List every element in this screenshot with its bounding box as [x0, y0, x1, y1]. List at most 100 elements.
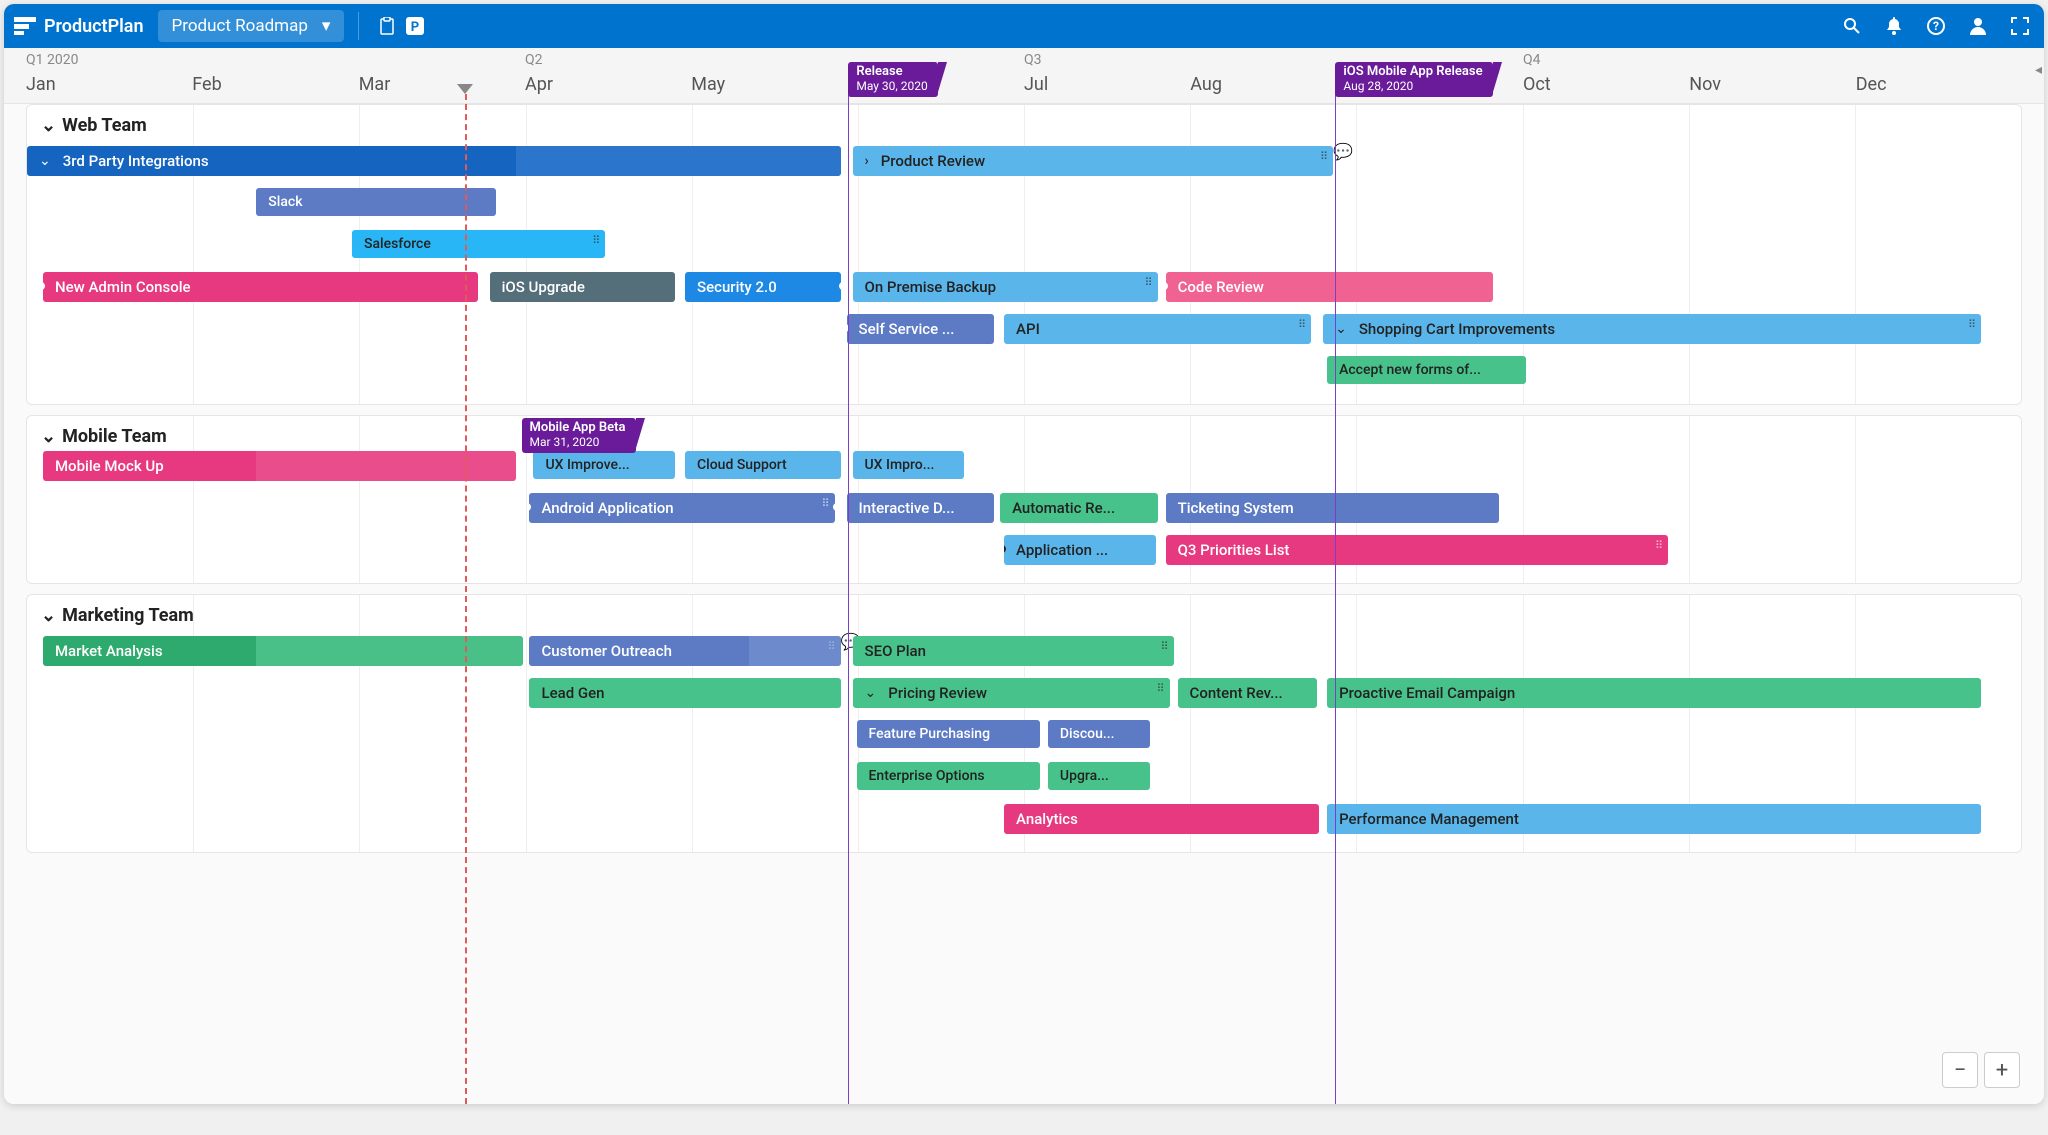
roadmap-bar[interactable]: UX Impro...: [853, 451, 965, 479]
bar-label: Slack: [268, 194, 302, 210]
lanes-area: ⌄Web Team⌄3rd Party Integrations ›Product…: [26, 104, 2022, 1094]
link-connector-icon[interactable]: [43, 282, 45, 290]
roadmap-bar[interactable]: API⠿: [1004, 314, 1311, 344]
milestone-tag[interactable]: ReleaseMay 30, 2020: [848, 62, 937, 97]
drag-grip-icon[interactable]: ⠿: [1298, 318, 1305, 331]
roadmap-bar[interactable]: ⌄Pricing Review⠿: [853, 678, 1170, 708]
roadmap-bar[interactable]: Discou...: [1048, 720, 1150, 748]
drag-grip-icon[interactable]: ⠿: [1320, 150, 1327, 163]
milestone-tag[interactable]: iOS Mobile App ReleaseAug 28, 2020: [1335, 62, 1492, 97]
fullscreen-icon[interactable]: [2006, 12, 2034, 40]
app-logo[interactable]: ProductPlan: [14, 16, 158, 37]
timeline-row: Analytics Performance Management: [27, 804, 2021, 840]
quarter-label: Q4: [1523, 52, 1541, 68]
roadmap-bar[interactable]: Cloud Support: [685, 451, 841, 479]
bar-label: Performance Management: [1339, 810, 1519, 828]
roadmap-bar[interactable]: New Admin Console: [43, 272, 478, 302]
roadmap-bar[interactable]: SEO Plan ⠿: [853, 636, 1174, 666]
link-connector-icon[interactable]: [833, 503, 835, 511]
drag-grip-icon[interactable]: ⠿: [1156, 682, 1163, 695]
month-label: Apr: [525, 74, 553, 95]
chevron-icon: ›: [865, 153, 869, 169]
roadmap-bar[interactable]: Performance Management: [1327, 804, 1981, 834]
link-connector-icon[interactable]: [1004, 545, 1006, 553]
lane-header[interactable]: ⌄Mobile Team: [27, 416, 2021, 451]
zoom-out-button[interactable]: −: [1942, 1052, 1978, 1088]
roadmap-bar[interactable]: Q3 Priorities List⠿: [1166, 535, 1668, 565]
chevron-down-icon: ⌄: [41, 426, 56, 447]
roadmap-bar[interactable]: ›Product Review⠿💬: [853, 146, 1334, 176]
roadmap-bar[interactable]: Content Rev...: [1178, 678, 1318, 708]
drag-grip-icon[interactable]: ⠿: [1160, 640, 1167, 653]
link-connector-icon[interactable]: [847, 324, 849, 332]
bar-label: Automatic Re...: [1012, 499, 1115, 517]
lane-header[interactable]: ⌄Marketing Team: [27, 595, 2021, 636]
zoom-in-button[interactable]: +: [1984, 1052, 2020, 1088]
roadmap-bar[interactable]: Code Review: [1166, 272, 1493, 302]
bar-label: SEO Plan: [865, 642, 926, 660]
roadmap-bar[interactable]: Security 2.0: [685, 272, 841, 302]
roadmap-bar[interactable]: Automatic Re...: [1000, 493, 1158, 523]
milestone-title: iOS Mobile App Release: [1343, 65, 1482, 80]
bar-label: Content Rev...: [1190, 684, 1283, 702]
clipboard-icon[interactable]: [373, 12, 401, 40]
roadmap-bar[interactable]: Upgra...: [1048, 762, 1150, 790]
timeline-row: Mobile Mock Up UX Improve... Cloud Support…: [27, 451, 2021, 487]
roadmap-bar[interactable]: On Premise Backup ⠿: [853, 272, 1158, 302]
user-icon[interactable]: [1964, 12, 1992, 40]
link-connector-icon[interactable]: [1166, 282, 1168, 290]
roadmap-name: Product Roadmap: [172, 16, 308, 36]
roadmap-bar[interactable]: Ticketing System: [1166, 493, 1499, 523]
roadmap-bar[interactable]: Customer Outreach⠿💬: [529, 636, 840, 666]
bar-label: UX Impro...: [865, 457, 935, 473]
drag-grip-icon[interactable]: ⠿: [592, 234, 599, 247]
bar-label: Analytics: [1016, 810, 1078, 828]
month-label: Jan: [26, 74, 56, 95]
bar-label: Self Service ...: [859, 320, 955, 338]
roadmap-bar[interactable]: Analytics: [1004, 804, 1319, 834]
roadmap-bar[interactable]: Enterprise Options: [857, 762, 1040, 790]
drag-grip-icon[interactable]: ⠿: [1968, 318, 1975, 331]
drag-grip-icon[interactable]: ⠿: [1655, 539, 1662, 552]
roadmap-bar[interactable]: UX Improve...: [533, 451, 675, 479]
roadmap-bar[interactable]: Application ...: [1004, 535, 1156, 565]
roadmap-bar[interactable]: Accept new forms of...: [1327, 356, 1526, 384]
bar-label: Customer Outreach: [541, 642, 671, 660]
drag-grip-icon[interactable]: ⠿: [822, 497, 829, 510]
search-icon[interactable]: [1838, 12, 1866, 40]
lane-header[interactable]: ⌄Web Team: [27, 105, 2021, 146]
roadmap-bar[interactable]: Market Analysis: [43, 636, 524, 666]
roadmap-bar[interactable]: Slack: [256, 188, 495, 216]
bar-label: Discou...: [1060, 726, 1115, 742]
collapse-right-icon[interactable]: ◂: [2035, 62, 2042, 78]
roadmap-bar[interactable]: ⌄Shopping Cart Improvements⠿: [1323, 314, 1981, 344]
roadmap-bar[interactable]: Mobile Mock Up: [43, 451, 516, 481]
roadmap-bar[interactable]: Lead Gen: [529, 678, 840, 708]
roadmap-selector[interactable]: Product Roadmap ▾: [158, 10, 345, 42]
lane-group: ⌄Mobile TeamMobile App BetaMar 31, 2020M…: [26, 415, 2022, 584]
roadmap-bar[interactable]: Feature Purchasing: [857, 720, 1040, 748]
link-connector-icon[interactable]: [529, 503, 531, 511]
roadmap-bar[interactable]: Proactive Email Campaign: [1327, 678, 1981, 708]
bell-icon[interactable]: [1880, 12, 1908, 40]
milestone-tag[interactable]: Mobile App BetaMar 31, 2020: [522, 418, 636, 453]
roadmap-bar[interactable]: Salesforce⠿: [352, 230, 605, 258]
month-label: Jul: [1024, 74, 1048, 95]
parking-icon[interactable]: P: [401, 12, 429, 40]
roadmap-bar[interactable]: Self Service ...: [847, 314, 995, 344]
timeline-row: New Admin Console iOS Upgrade Security 2.0…: [27, 272, 2021, 308]
bar-label: On Premise Backup: [865, 278, 997, 296]
roadmap-bar[interactable]: Interactive D...: [847, 493, 995, 523]
roadmap-bar[interactable]: iOS Upgrade: [490, 272, 675, 302]
roadmap-bar[interactable]: ⌄3rd Party Integrations: [27, 146, 841, 176]
timeline-row: Lead Gen ⌄Pricing Review⠿ Content Rev... Pr…: [27, 678, 2021, 714]
link-connector-icon[interactable]: [839, 282, 841, 290]
bar-label: Market Analysis: [55, 642, 163, 660]
help-icon[interactable]: ?: [1922, 12, 1950, 40]
timeline-row: Slack: [27, 188, 2021, 224]
quarter-label: Q2: [525, 52, 543, 68]
roadmap-bar[interactable]: Android Application ⠿: [529, 493, 834, 523]
chevron-icon: ⌄: [1335, 321, 1347, 337]
bar-label: Android Application: [541, 499, 673, 517]
drag-grip-icon[interactable]: ⠿: [1145, 276, 1152, 289]
